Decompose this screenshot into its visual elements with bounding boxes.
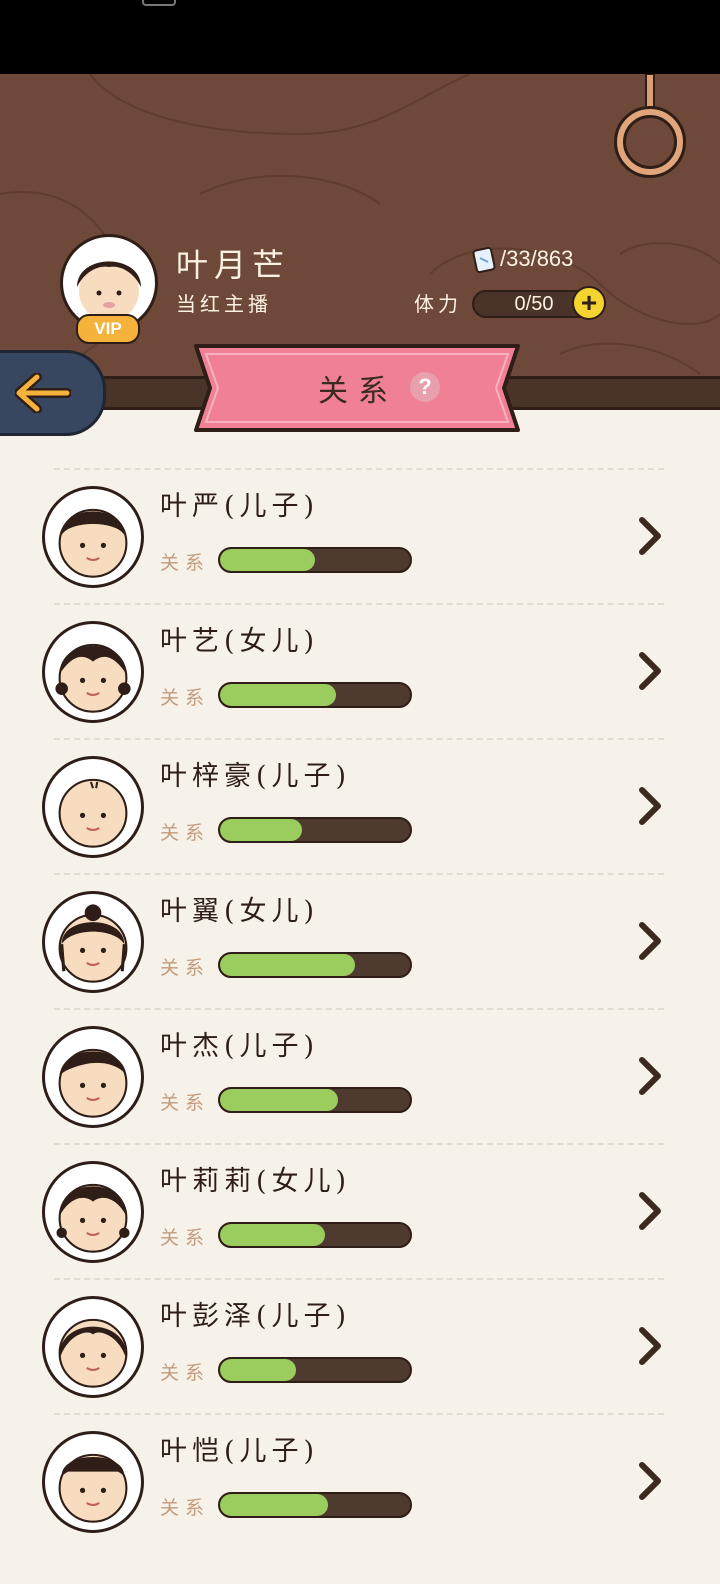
stamina-label: 体力 [414,292,462,316]
chevron-right-icon [639,517,661,555]
row-chevron[interactable] [636,1461,664,1505]
child-row[interactable]: 叶艺(女儿) 关系 [0,603,720,738]
back-button[interactable] [0,350,106,436]
relation-bar [218,1222,412,1248]
chevron-right-icon [639,1192,661,1230]
stamina-add-button[interactable]: + [572,286,606,320]
child-avatar[interactable] [42,1296,144,1398]
relation-bar-fill [220,1359,296,1381]
back-arrow-icon [15,373,71,413]
row-divider [54,1008,664,1010]
ticket-count: /33/863 [500,246,574,271]
child-avatar[interactable] [42,756,144,858]
child-face-icon [58,1453,128,1523]
child-row[interactable]: 叶杰(儿子) 关系 [0,1008,720,1143]
child-face-icon [58,1048,128,1118]
relation-label: 关系 [160,1227,211,1249]
status-bar [0,0,720,74]
chevron-right-icon [639,652,661,690]
relation-bar [218,1087,412,1113]
player-name: 叶月芒 [176,246,291,284]
row-divider [54,738,664,740]
relation-bar-fill [220,1224,325,1246]
child-avatar[interactable] [42,486,144,588]
player-title: 当红主播 [176,292,272,316]
row-chevron[interactable] [636,516,664,560]
relation-bar [218,1357,412,1383]
child-row[interactable]: 叶恺(儿子) 关系 [0,1413,720,1548]
chevron-right-icon [639,1462,661,1500]
child-name: 叶莉莉(女儿) [160,1166,352,1197]
row-divider [54,873,664,875]
row-chevron[interactable] [636,1056,664,1100]
child-name: 叶翼(女儿) [160,896,320,927]
row-divider [54,1143,664,1145]
row-chevron[interactable] [636,1191,664,1235]
row-chevron[interactable] [636,921,664,965]
relation-bar [218,952,412,978]
child-row[interactable]: 叶梓豪(儿子) 关系 [0,738,720,873]
child-name: 叶梓豪(儿子) [160,761,352,792]
child-row[interactable]: 叶彭泽(儿子) 关系 [0,1278,720,1413]
relation-label: 关系 [160,1092,211,1114]
child-face-icon [58,778,128,848]
relation-bar [218,817,412,843]
relation-label: 关系 [160,687,211,709]
relation-bar-fill [220,684,336,706]
child-avatar[interactable] [42,1026,144,1128]
ticket-icon [472,246,496,274]
child-face-icon [56,1183,130,1253]
page-title: 关系 [318,374,398,409]
child-avatar[interactable] [42,1161,144,1263]
vip-badge: VIP [76,314,140,344]
child-face-icon [58,508,128,578]
row-chevron[interactable] [636,786,664,830]
relation-bar-fill [220,549,315,571]
row-chevron[interactable] [636,651,664,695]
child-name: 叶艺(女儿) [160,626,320,657]
child-avatar[interactable] [42,621,144,723]
relation-label: 关系 [160,957,211,979]
status-notch [142,0,176,6]
child-row[interactable]: 叶翼(女儿) 关系 [0,873,720,1008]
child-name: 叶严(儿子) [160,491,320,522]
row-divider [54,468,664,470]
relation-label: 关系 [160,1497,211,1519]
row-divider [54,1278,664,1280]
child-avatar[interactable] [42,891,144,993]
child-name: 叶恺(儿子) [160,1436,320,1467]
relation-bar-fill [220,1494,329,1516]
relation-bar [218,1492,412,1518]
chevron-right-icon [639,1057,661,1095]
relation-label: 关系 [160,552,211,574]
relation-bar [218,547,412,573]
relation-label: 关系 [160,1362,211,1384]
child-face-icon [58,904,128,983]
help-icon[interactable]: ? [410,372,440,402]
child-avatar[interactable] [42,1431,144,1533]
child-row[interactable]: 叶莉莉(女儿) 关系 [0,1143,720,1278]
relation-label: 关系 [160,822,211,844]
relation-bar-fill [220,954,355,976]
chevron-right-icon [639,922,661,960]
row-divider [54,603,664,605]
relation-bar-fill [220,1089,338,1111]
children-list: 叶严(儿子) 关系 叶艺(女儿) 关系 叶梓豪(儿子) 关系 叶翼(女儿) 关系 叶杰(儿子) 关… [0,468,720,1548]
chevron-right-icon [639,787,661,825]
child-row[interactable]: 叶严(儿子) 关系 [0,468,720,603]
relation-bar-fill [220,819,302,841]
row-divider [54,1413,664,1415]
child-face-icon [58,1318,128,1388]
child-name: 叶彭泽(儿子) [160,1301,352,1332]
relation-bar [218,682,412,708]
child-name: 叶杰(儿子) [160,1031,320,1062]
row-chevron[interactable] [636,1326,664,1370]
rope-ring-icon [614,74,686,178]
chevron-right-icon [639,1327,661,1365]
child-face-icon [55,643,131,713]
